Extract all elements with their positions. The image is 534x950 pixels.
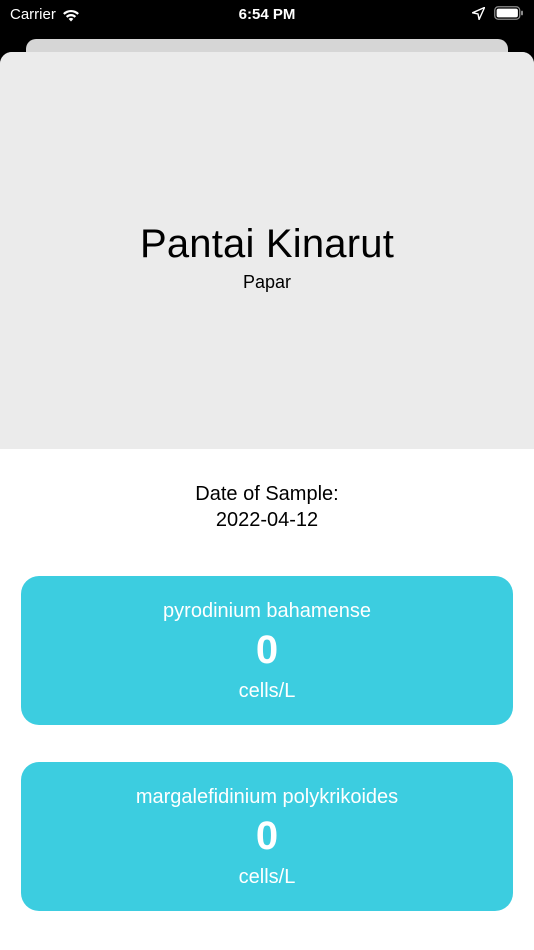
site-name: Pantai Kinarut: [139, 222, 395, 266]
species-name: pyrodinium bahamense: [163, 600, 371, 622]
species-count: 0: [255, 814, 279, 858]
status-bar: Carrier 6:54 PM: [0, 0, 534, 30]
status-time: 6:54 PM: [238, 6, 296, 23]
location-arrow-icon: [472, 6, 485, 20]
status-right-group: [472, 6, 524, 20]
site-header: Pantai Kinarut Papar: [0, 52, 534, 449]
species-count: 0: [255, 628, 279, 672]
species-unit: cells/L: [238, 866, 296, 888]
battery-icon: [494, 6, 523, 20]
detail-sheet[interactable]: Pantai Kinarut Papar Date of Sample: 202…: [0, 52, 534, 950]
species-card-pyrodinium: pyrodinium bahamense 0 cells/L: [21, 576, 513, 725]
species-name: margalefidinium polykrikoides: [135, 786, 399, 808]
species-unit: cells/L: [238, 680, 296, 702]
species-card-margalefidinium: margalefidinium polykrikoides 0 cells/L: [21, 762, 513, 911]
site-district: Papar: [242, 272, 292, 292]
sample-date-value: 2022-04-12: [215, 509, 319, 531]
sample-date-label: Date of Sample:: [195, 483, 339, 505]
